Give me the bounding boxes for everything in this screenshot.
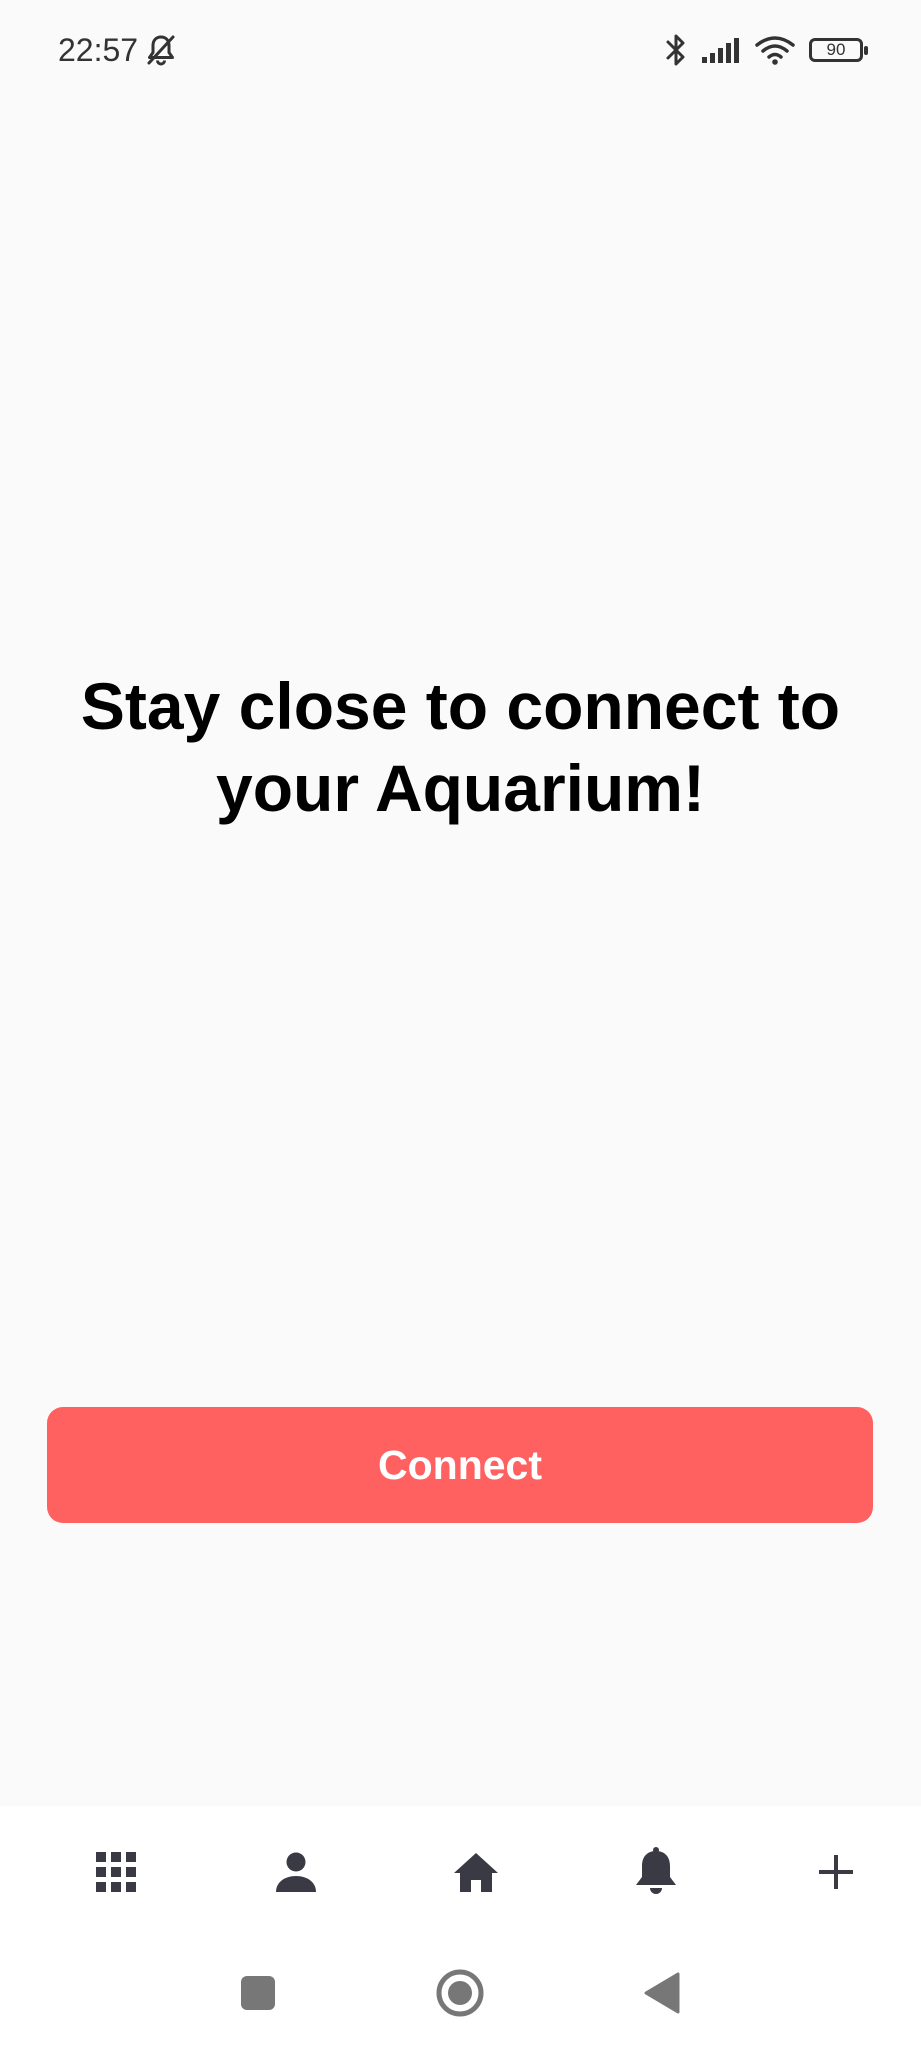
recents-square-icon xyxy=(240,1975,276,2011)
page-title: Stay close to connect to your Aquarium! xyxy=(80,669,841,825)
back-button[interactable] xyxy=(622,1938,702,2048)
connect-button[interactable]: Connect xyxy=(47,1407,873,1523)
recents-button[interactable] xyxy=(218,1938,298,2048)
home-icon xyxy=(453,1852,499,1892)
status-time: 22:57 xyxy=(58,31,139,68)
wifi-icon xyxy=(755,35,795,65)
bottom-nav xyxy=(0,1806,921,1938)
signal-icon xyxy=(701,37,741,63)
nav-add-button[interactable] xyxy=(786,1806,886,1938)
nav-home-button[interactable] xyxy=(426,1806,526,1938)
nav-grid-button[interactable] xyxy=(66,1806,166,1938)
person-icon xyxy=(275,1852,317,1892)
bell-icon xyxy=(634,1847,678,1897)
status-right: 90 xyxy=(665,33,868,67)
system-nav-bar xyxy=(0,1938,921,2048)
status-bar: 22:57 90 xyxy=(0,0,921,100)
plus-icon xyxy=(818,1854,854,1890)
battery-icon: 90 xyxy=(809,38,868,62)
system-home-button[interactable] xyxy=(420,1938,500,2048)
battery-level: 90 xyxy=(826,40,846,59)
grid-icon xyxy=(96,1852,136,1892)
nav-notifications-button[interactable] xyxy=(606,1806,706,1938)
back-triangle-icon xyxy=(644,1972,680,2014)
bluetooth-icon xyxy=(665,33,687,67)
nav-profile-button[interactable] xyxy=(246,1806,346,1938)
bell-off-icon xyxy=(146,34,176,66)
home-circle-icon xyxy=(435,1968,485,2018)
status-left: 22:57 xyxy=(58,32,176,69)
